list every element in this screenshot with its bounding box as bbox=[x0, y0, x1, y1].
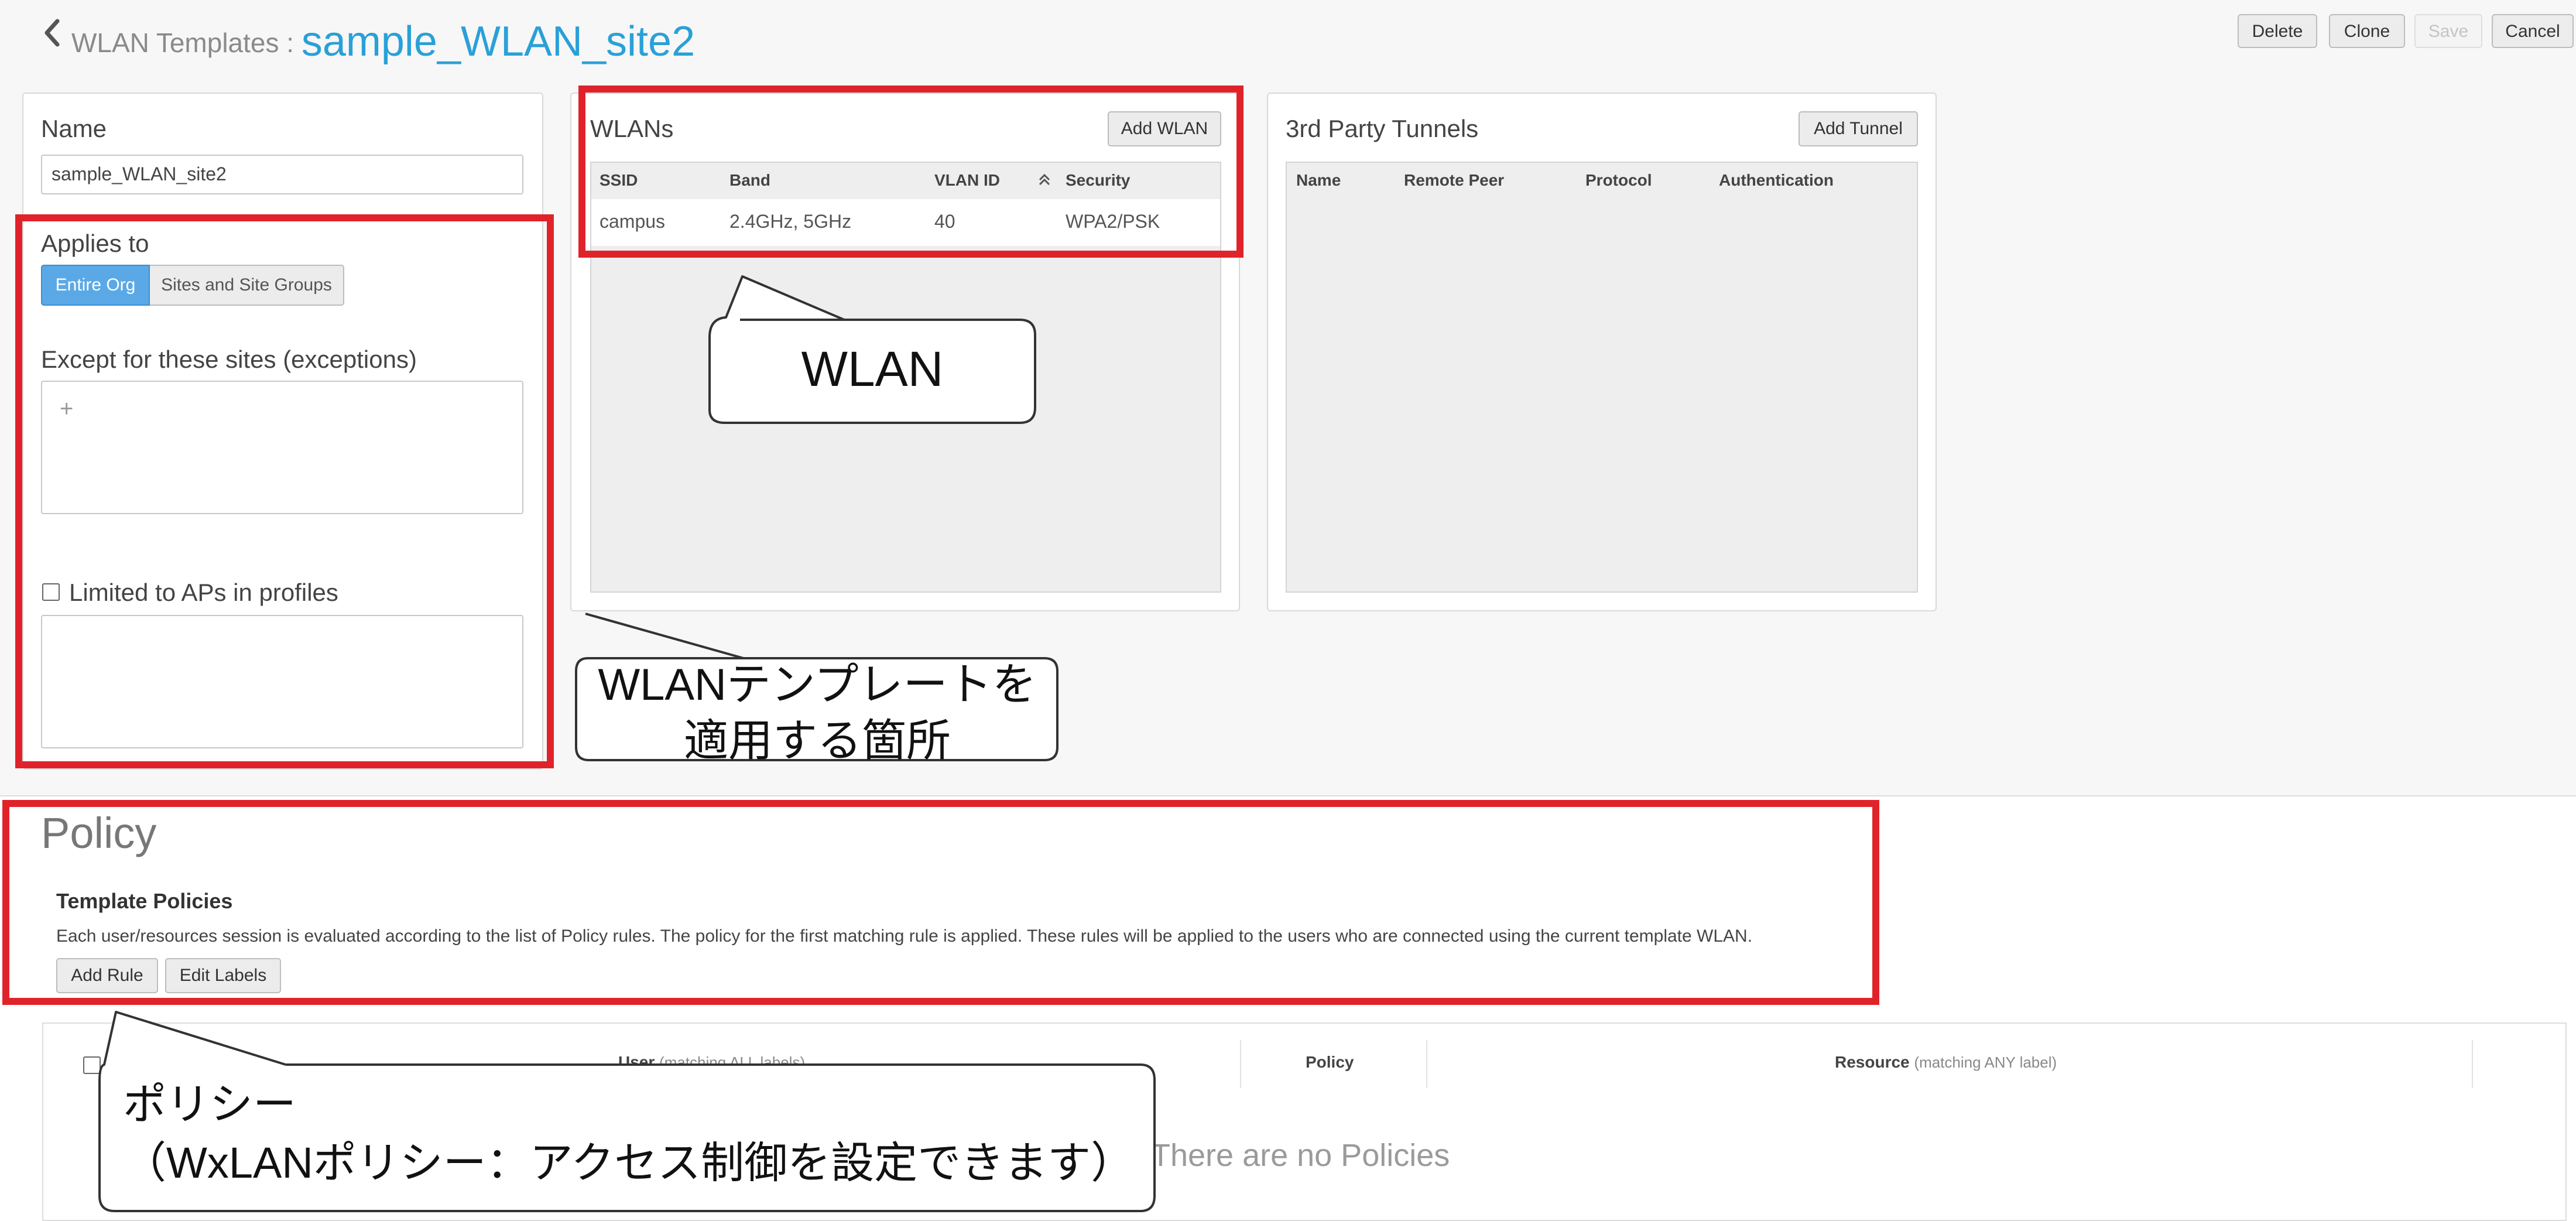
breadcrumb-link[interactable]: WLAN Templates : bbox=[71, 28, 294, 58]
column-authentication[interactable]: Authentication bbox=[1719, 171, 1834, 190]
applies-callout-text: WLANテンプレートを 適用する箇所 bbox=[577, 657, 1057, 769]
applies-to-highlight bbox=[15, 214, 554, 768]
delete-button[interactable]: Delete bbox=[2238, 14, 2317, 48]
column-name[interactable]: Name bbox=[1296, 171, 1341, 190]
column-policy[interactable]: Policy bbox=[1306, 1053, 1354, 1072]
name-input[interactable]: sample_WLAN_site2 bbox=[41, 155, 523, 194]
policy-callout-line2: （WxLANポリシー：アクセス制御を設定できます） bbox=[123, 1138, 1135, 1187]
name-label: Name bbox=[41, 115, 107, 142]
page-title: sample_WLAN_site2 bbox=[301, 18, 696, 65]
column-resource[interactable]: Resource (matching ANY label) bbox=[1835, 1053, 2057, 1072]
column-remote-peer[interactable]: Remote Peer bbox=[1404, 171, 1504, 190]
clone-button[interactable]: Clone bbox=[2329, 14, 2405, 48]
policy-callout-text: ポリシー （WxLANポリシー：アクセス制御を設定できます） bbox=[123, 1075, 1134, 1192]
tunnels-title: 3rd Party Tunnels bbox=[1286, 115, 1479, 142]
breadcrumb: WLAN Templates : sample_WLAN_site2 bbox=[71, 14, 696, 65]
add-tunnel-button[interactable]: Add Tunnel bbox=[1799, 111, 1918, 146]
policy-highlight bbox=[2, 800, 1879, 1005]
chevron-left-icon[interactable] bbox=[41, 18, 63, 48]
column-divider bbox=[1426, 1040, 1427, 1088]
wlans-highlight bbox=[578, 85, 1244, 258]
column-divider bbox=[1240, 1040, 1241, 1088]
applies-callout-line2: 適用する箇所 bbox=[684, 716, 951, 766]
column-divider bbox=[2472, 1040, 2473, 1088]
save-button[interactable]: Save bbox=[2414, 14, 2482, 48]
applies-callout-line1: WLANテンプレートを bbox=[598, 660, 1037, 710]
cancel-button[interactable]: Cancel bbox=[2492, 14, 2574, 48]
tunnels-table bbox=[1286, 162, 1918, 593]
empty-policies-message: There are no Policies bbox=[1151, 1138, 1450, 1173]
policy-callout-line1: ポリシー bbox=[123, 1080, 296, 1128]
column-resource-label: Resource bbox=[1835, 1053, 1910, 1071]
column-resource-hint: (matching ANY label) bbox=[1914, 1054, 2057, 1071]
wlan-callout-text: WLAN bbox=[801, 341, 944, 396]
column-protocol[interactable]: Protocol bbox=[1585, 171, 1652, 190]
